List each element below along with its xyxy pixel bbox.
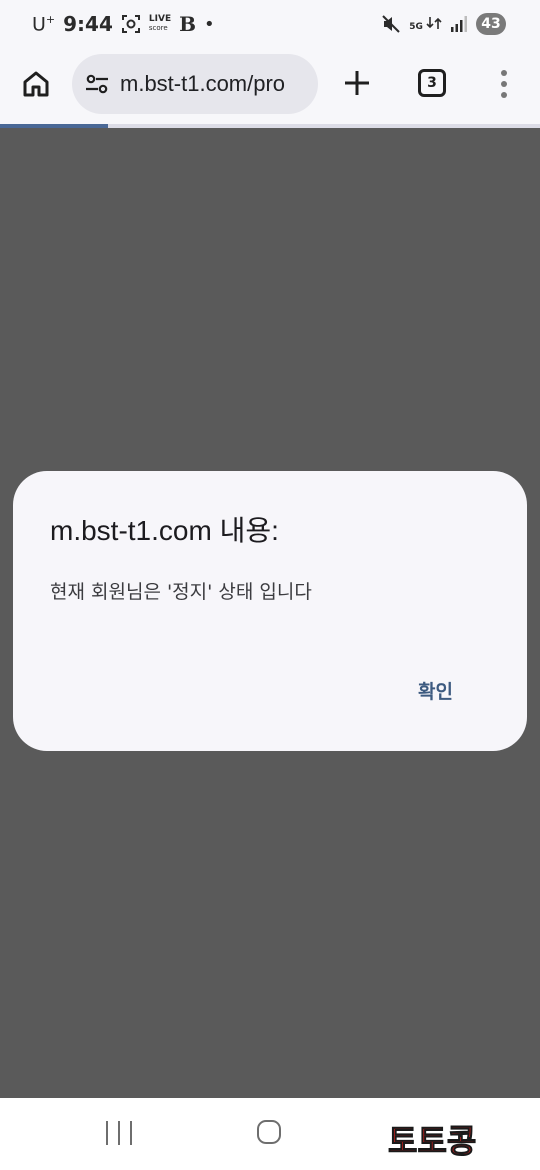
status-left: U+ 9:44 LIVE score B • xyxy=(32,12,215,36)
watermark-logo: 토토콩 xyxy=(387,1122,477,1161)
home-icon xyxy=(23,71,49,97)
tab-switcher-button[interactable]: 3 xyxy=(418,69,446,97)
battery-indicator: 43 xyxy=(476,13,506,35)
recent-apps-icon xyxy=(106,1121,108,1145)
alert-dialog: m.bst-t1.com 내용: 현재 회원님은 '정지' 상태 입니다 확인 xyxy=(13,471,527,751)
plus-icon xyxy=(345,71,369,95)
dialog-title: m.bst-t1.com 내용: xyxy=(50,515,279,546)
address-bar[interactable]: m.bst-t1.com/pro xyxy=(72,54,318,114)
status-right: 5G 43 xyxy=(381,13,506,35)
browser-toolbar: m.bst-t1.com/pro 3 xyxy=(0,52,540,124)
signal-icon xyxy=(451,16,467,32)
status-bar: U+ 9:44 LIVE score B • 5G 43 xyxy=(0,0,540,52)
page-load-progress-fill xyxy=(0,124,108,128)
site-settings-icon[interactable] xyxy=(84,71,110,97)
dialog-message: 현재 회원님은 '정지' 상태 입니다 xyxy=(50,581,312,603)
new-tab-button[interactable] xyxy=(338,64,376,102)
page-load-progress xyxy=(0,124,540,128)
url-text: m.bst-t1.com/pro xyxy=(120,71,286,96)
network-type-icon: 5G xyxy=(409,16,442,32)
recent-apps-button[interactable] xyxy=(106,1121,132,1145)
carrier-label: U+ xyxy=(32,12,56,36)
b-app-icon: B xyxy=(179,12,196,36)
notification-dot: • xyxy=(204,13,215,35)
dialog-ok-button[interactable]: 확인 xyxy=(408,673,463,708)
screenshot-icon xyxy=(121,15,140,33)
nav-home-button[interactable] xyxy=(257,1120,281,1144)
more-menu-button[interactable] xyxy=(494,64,514,104)
livescore-app-icon: LIVE score xyxy=(148,14,172,33)
system-nav-bar: 토토콩 xyxy=(0,1098,540,1170)
more-vert-icon xyxy=(501,70,507,76)
clock: 9:44 xyxy=(63,12,113,36)
home-button[interactable] xyxy=(18,66,54,102)
mute-icon xyxy=(382,15,400,33)
